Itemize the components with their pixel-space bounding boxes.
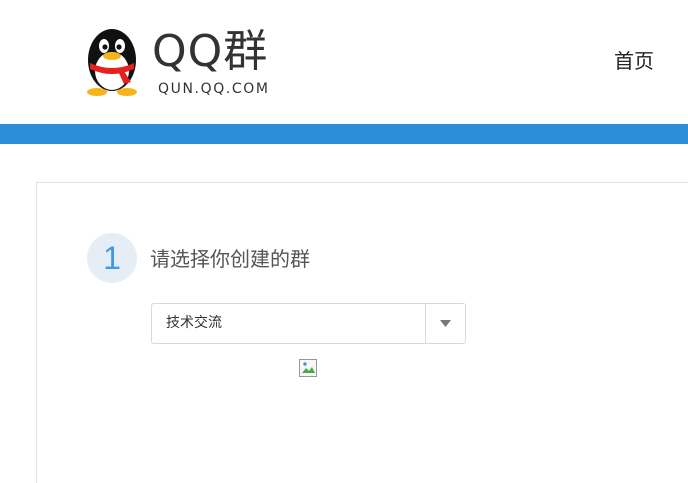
logo-subtitle: QUN.QQ.COM — [158, 81, 270, 97]
accent-bar — [0, 124, 688, 144]
triangle-down-icon[interactable] — [426, 304, 465, 343]
step-number-badge: 1 — [87, 233, 137, 283]
qq-penguin-icon — [87, 29, 137, 96]
logo-title: QQ群 — [152, 26, 269, 77]
nav-home-link[interactable]: 首页 — [614, 48, 654, 74]
select-value: 技术交流 — [166, 315, 222, 331]
site-logo[interactable]: QQ群 QUN.QQ.COM — [82, 24, 292, 100]
step-title: 请选择你创建的群 — [150, 247, 310, 271]
site-header: QQ群 QUN.QQ.COM 首页 — [0, 0, 688, 124]
group-category-select[interactable]: 技术交流 — [151, 303, 466, 344]
broken-image-icon — [299, 359, 319, 379]
side-panel — [577, 182, 688, 483]
main-panel: 1 请选择你创建的群 技术交流 — [36, 182, 578, 483]
